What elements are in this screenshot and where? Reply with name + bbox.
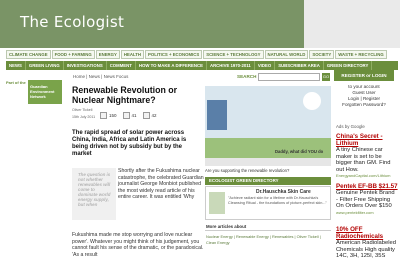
search-button[interactable]: GO	[322, 73, 330, 81]
nav-politics-economics[interactable]: POLITICS + ECONOMICS	[144, 50, 203, 59]
ad-url[interactable]: EnergyandCapital.com/Lithium	[336, 173, 398, 178]
nav-news[interactable]: NEWS	[6, 61, 26, 70]
sun-icon	[303, 92, 321, 110]
article-date: 15th July 2011	[72, 115, 96, 119]
primary-nav: CLIMATE CHANGE FOOD + FARMING ENERGY HEA…	[6, 50, 398, 60]
wind-turbine-image	[207, 100, 227, 130]
site-logo[interactable]: The Ecologist	[20, 13, 124, 31]
article-byline[interactable]: Oliver Tickell	[72, 108, 92, 112]
share-icon[interactable]	[100, 112, 107, 119]
ad-item[interactable]: Pentek EF-BB $21.57 Genuine Pentek Brand…	[336, 183, 398, 215]
ad-item[interactable]: China's Secret - Lithium A tiny Chinese …	[336, 133, 398, 178]
more-articles-title: More articles about	[206, 224, 247, 229]
ad-url[interactable]: www.pentekfilter.com	[336, 210, 398, 215]
cartoon-image[interactable]: Daddy, what did YOU do	[205, 86, 331, 166]
nav-archive[interactable]: ARCHIVE 1970-2011	[207, 61, 255, 70]
ad-body: A tiny Chinese car maker is set to be bi…	[336, 147, 391, 173]
nav-how-to[interactable]: HOW TO MAKE A DIFFERENCE	[136, 61, 207, 70]
pullquote-text: The question is not whether renewables w…	[78, 172, 111, 207]
nav-subscriber-area[interactable]: SUBSCRIBER AREA	[275, 61, 324, 70]
nav-green-directory[interactable]: GREEN DIRECTORY	[324, 61, 373, 70]
ads-label[interactable]: Ads by Google	[336, 124, 365, 129]
share-bar: 150 41 42	[100, 112, 161, 119]
nav-comment[interactable]: COMMENT	[107, 61, 136, 70]
nav-energy[interactable]: ENERGY	[95, 50, 120, 59]
ad-headline[interactable]: China's Secret - Lithium	[336, 133, 398, 147]
nav-waste-recycling[interactable]: WASTE + RECYCLING	[335, 50, 387, 59]
guardian-network-text: Guardian Environment Network	[30, 84, 55, 99]
account-panel: to your account Guest User Login | Regis…	[334, 84, 394, 108]
guardian-network-logo[interactable]: Guardian Environment Network	[28, 80, 62, 104]
forgotten-password-link[interactable]: Forgotten Password?	[334, 102, 394, 108]
divider	[205, 230, 331, 231]
article-body: Shortly after the Fukushima nuclear cata…	[118, 168, 204, 201]
nav-green-living[interactable]: GREEN LIVING	[26, 61, 64, 70]
nav-climate-change[interactable]: CLIMATE CHANGE	[6, 50, 51, 59]
nav-food-farming[interactable]: FOOD + FARMING	[51, 50, 95, 59]
ad-headline[interactable]: 10% OFF Radiochemicals	[336, 226, 398, 240]
product-thumbnail	[209, 192, 225, 214]
ad-headline[interactable]: Pentek EF-BB $21.57	[336, 183, 398, 190]
article-body-continued: Fukushima made me stop worrying and love…	[72, 232, 204, 258]
pullquote: The question is not whether renewables w…	[72, 168, 116, 220]
ad-item[interactable]: 10% OFF Radiochemicals American Radiolab…	[336, 226, 398, 260]
tweet-count: 41	[131, 113, 137, 118]
directory-listing[interactable]: Dr.Hauschka Skin Care "Achieve radiant s…	[205, 186, 331, 220]
ad-body: Genuine Pentek Brand - Filter Free Shipp…	[336, 190, 395, 210]
search-input[interactable]	[258, 73, 320, 81]
like-icon[interactable]	[142, 112, 150, 119]
directory-title[interactable]: Dr.Hauschka Skin Care	[256, 189, 311, 195]
like-count: 42	[151, 113, 157, 118]
secondary-nav: NEWS GREEN LIVING INVESTIGATIONS COMMENT…	[6, 61, 398, 70]
header-banner	[304, 0, 400, 48]
more-articles-links[interactable]: Nuclear Energy | Renewable Energy | Rene…	[206, 234, 330, 245]
share-count: 150	[109, 113, 117, 118]
nav-health[interactable]: HEALTH	[120, 50, 144, 59]
article-title: Renewable Revolution or Nuclear Nightmar…	[72, 85, 178, 105]
site-header: The Ecologist	[0, 0, 400, 48]
cartoon-ground	[205, 138, 331, 158]
nav-science-technology[interactable]: SCIENCE + TECHNOLOGY	[203, 50, 264, 59]
nav-investigations[interactable]: INVESTIGATIONS	[64, 61, 107, 70]
poll-question[interactable]: Are you supporting the renewable revolut…	[205, 168, 289, 173]
nav-video[interactable]: VIDEO	[255, 61, 276, 70]
nav-society[interactable]: SOCIETY	[309, 50, 335, 59]
tweet-icon[interactable]	[122, 112, 130, 119]
green-directory-heading[interactable]: ECOLOGIST GREEN DIRECTORY	[205, 177, 331, 185]
search-label: SEARCH	[237, 74, 257, 79]
directory-text: "Achieve radiant skin for a lifetime wit…	[228, 196, 327, 205]
article-summary: The rapid spread of solar power across C…	[72, 130, 187, 157]
breadcrumb[interactable]: Home | News | News Focus	[73, 74, 128, 79]
cartoon-caption: Daddy, what did YOU do	[275, 149, 324, 154]
register-login-button[interactable]: REGISTER or LOGIN	[334, 70, 394, 81]
nav-natural-world[interactable]: NATURAL WORLD	[264, 50, 309, 59]
ad-body: American Radiolabeled Chemicals High qua…	[336, 240, 396, 260]
